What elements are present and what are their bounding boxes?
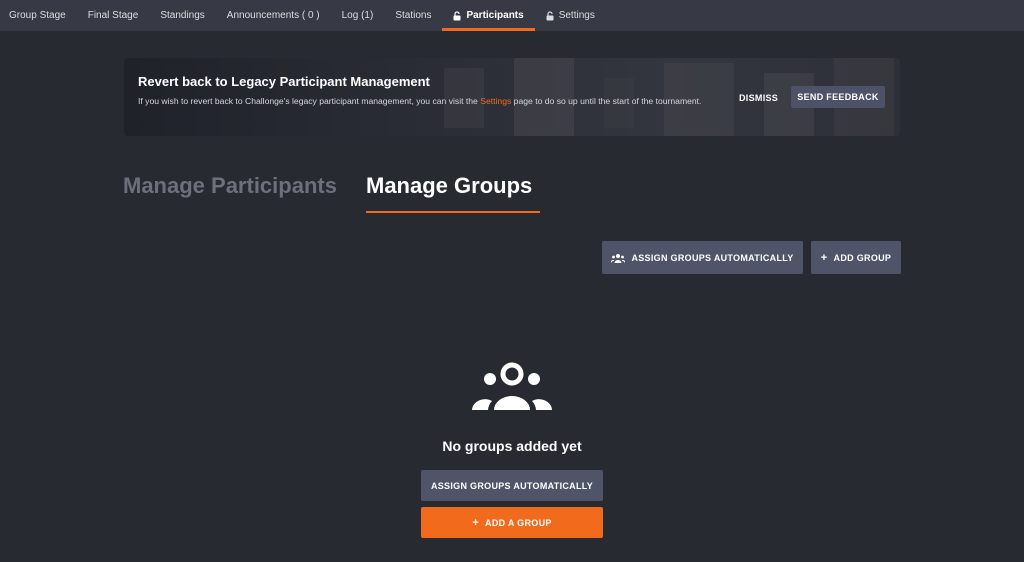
tab-final-stage[interactable]: Final Stage bbox=[77, 0, 150, 31]
tab-group-stage[interactable]: Group Stage bbox=[0, 0, 77, 31]
add-a-group-button[interactable]: + ADD A GROUP bbox=[421, 507, 603, 538]
assign-groups-automatically-button-empty[interactable]: ASSIGN GROUPS AUTOMATICALLY bbox=[421, 470, 603, 501]
plus-icon: + bbox=[472, 516, 480, 529]
empty-state-message: No groups added yet bbox=[442, 438, 582, 454]
tab-stations[interactable]: Stations bbox=[384, 0, 442, 31]
tab-log[interactable]: Log (1) bbox=[331, 0, 385, 31]
banner-desc-text-end: page to do so up until the start of the … bbox=[511, 96, 702, 106]
settings-link[interactable]: Settings bbox=[480, 96, 511, 106]
tab-label: Log (1) bbox=[341, 10, 374, 21]
tab-label: Final Stage bbox=[87, 10, 139, 21]
button-label: ADD A GROUP bbox=[485, 517, 552, 528]
tab-manage-groups[interactable]: Manage Groups bbox=[366, 173, 532, 199]
add-group-button[interactable]: + ADD GROUP bbox=[811, 241, 901, 274]
tab-standings[interactable]: Standings bbox=[149, 0, 215, 31]
tab-announcements[interactable]: Announcements ( 0 ) bbox=[216, 0, 331, 31]
users-icon bbox=[611, 253, 626, 263]
banner-description: If you wish to revert back to Challonge'… bbox=[138, 95, 718, 108]
dismiss-button[interactable]: DISMISS bbox=[739, 93, 778, 103]
tab-label: Standings bbox=[160, 10, 205, 21]
button-label: ASSIGN GROUPS AUTOMATICALLY bbox=[430, 480, 594, 491]
tab-label: Group Stage bbox=[9, 10, 66, 21]
tab-label: Stations bbox=[395, 10, 432, 21]
lock-icon bbox=[453, 10, 461, 21]
users-group-icon bbox=[472, 362, 552, 410]
tab-participants[interactable]: Participants bbox=[442, 0, 535, 31]
button-label: ADD GROUP bbox=[833, 252, 892, 263]
banner-desc-text: If you wish to revert back to Challonge'… bbox=[138, 96, 481, 106]
tab-label: Announcements ( 0 ) bbox=[226, 10, 320, 21]
top-nav: Group Stage Final Stage Standings Announ… bbox=[0, 0, 1024, 31]
banner-title: Revert back to Legacy Participant Manage… bbox=[138, 74, 430, 89]
tab-settings[interactable]: Settings bbox=[535, 0, 606, 31]
assign-groups-automatically-button[interactable]: ASSIGN GROUPS AUTOMATICALLY bbox=[602, 241, 803, 274]
tab-label: Settings bbox=[558, 10, 595, 21]
button-label: ASSIGN GROUPS AUTOMATICALLY bbox=[631, 252, 794, 263]
active-tab-underline bbox=[366, 211, 540, 213]
legacy-banner: Revert back to Legacy Participant Manage… bbox=[124, 58, 900, 136]
tab-label: Participants bbox=[466, 10, 524, 21]
plus-icon: + bbox=[820, 251, 828, 264]
lock-icon bbox=[546, 10, 554, 21]
send-feedback-button[interactable]: SEND FEEDBACK bbox=[791, 86, 885, 108]
tab-manage-participants[interactable]: Manage Participants bbox=[123, 173, 337, 199]
